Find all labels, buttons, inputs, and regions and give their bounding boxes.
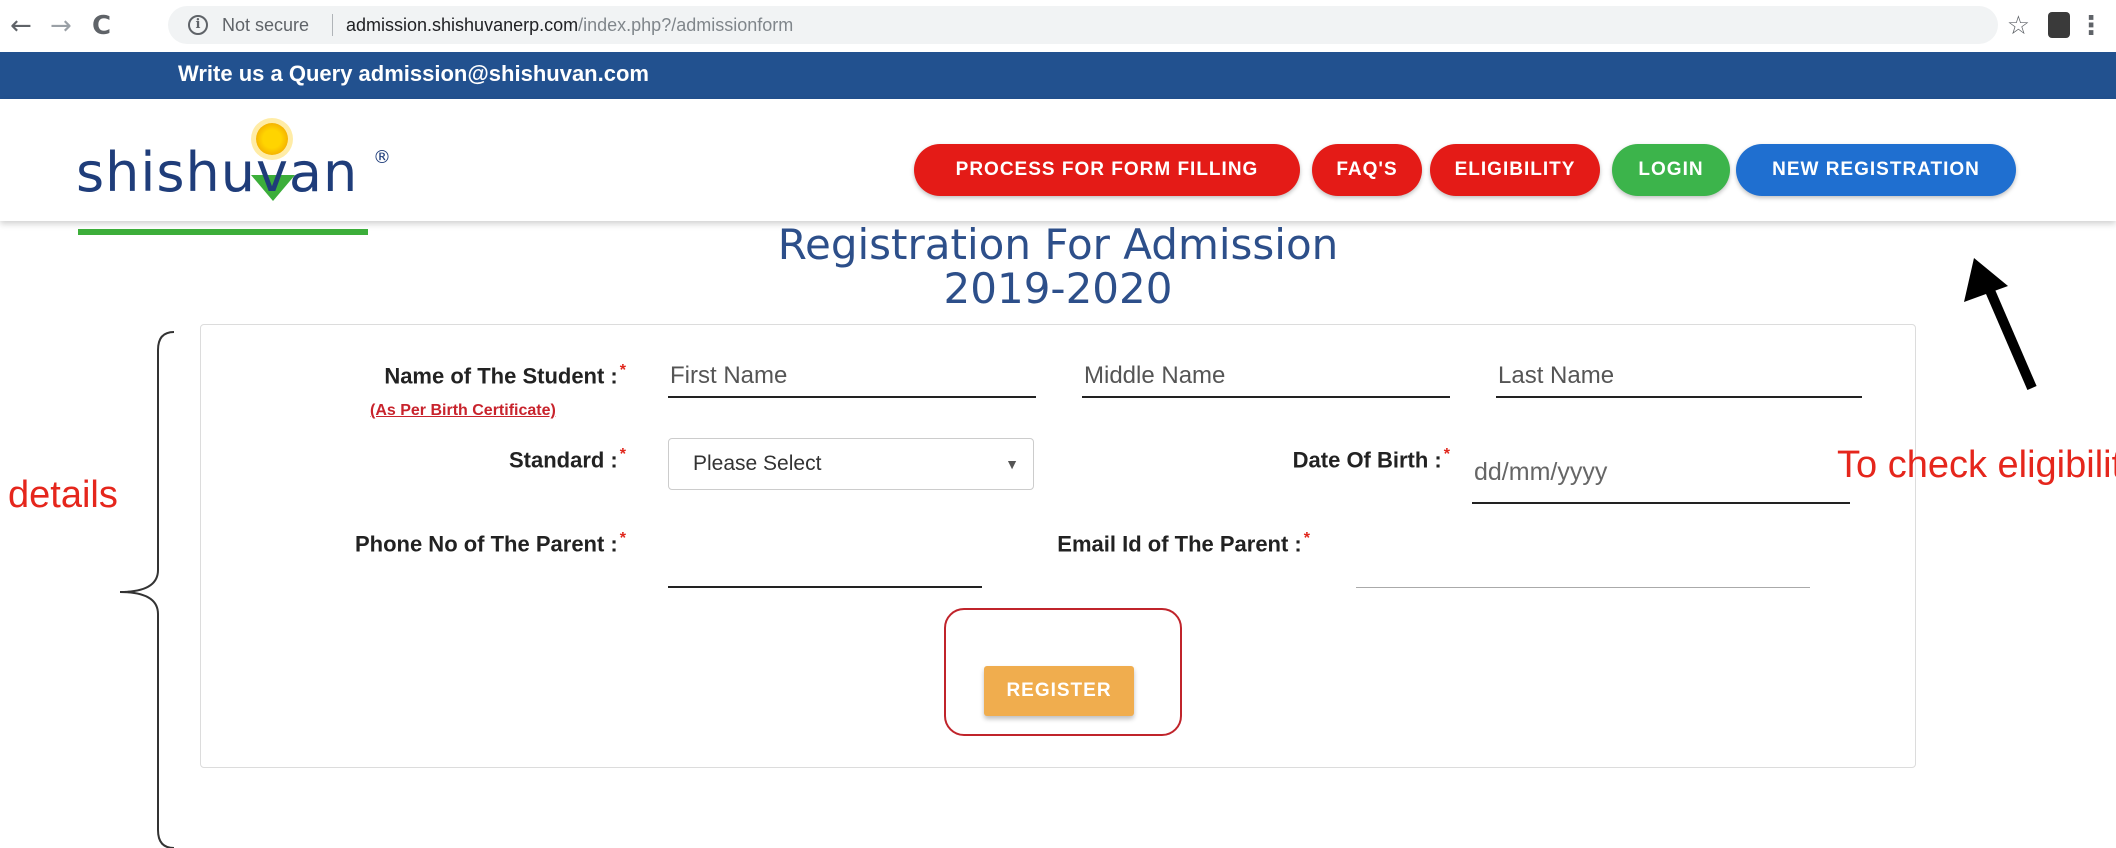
info-icon[interactable]: i xyxy=(188,15,208,35)
email-input[interactable] xyxy=(1356,548,1810,588)
back-icon[interactable]: ← xyxy=(10,8,32,44)
eligibility-button[interactable]: ELIGIBILITY xyxy=(1430,144,1600,196)
standard-select[interactable]: Please Select ▼ xyxy=(668,438,1034,490)
new-registration-button[interactable]: NEW REGISTRATION xyxy=(1736,144,2016,196)
url-text[interactable]: admission.shishuvanerp.com/index.php?/ad… xyxy=(346,15,793,36)
page-subtitle-year: 2019-2020 xyxy=(943,264,1173,313)
email-label: Email Id of The Parent : * xyxy=(990,530,1310,557)
middle-name-input[interactable]: Middle Name xyxy=(1082,358,1450,398)
phone-label-text: Phone No of The Parent : xyxy=(354,531,618,557)
phone-input[interactable] xyxy=(668,548,982,588)
url-host: admission.shishuvanerp.com xyxy=(346,15,579,35)
required-mark: * xyxy=(619,362,626,379)
dob-label: Date Of Birth : * xyxy=(1200,446,1450,473)
query-bar: Write us a Query admission@shishuvan.com xyxy=(0,52,2116,99)
email-label-text: Email Id of The Parent : xyxy=(1057,531,1302,557)
required-mark: * xyxy=(619,530,626,547)
site-header: shishuvan ® PROCESS FOR FORM FILLING FAQ… xyxy=(0,99,2116,235)
security-label[interactable]: Not secure xyxy=(222,15,309,36)
omnibox-divider xyxy=(332,14,333,36)
profile-avatar[interactable] xyxy=(2048,12,2070,38)
shishuvan-logo[interactable]: shishuvan ® xyxy=(76,119,396,235)
browser-toolbar: ← → C i Not secure admission.shishuvaner… xyxy=(0,0,2116,52)
reload-icon[interactable]: C xyxy=(92,8,111,44)
eligibility-annotation: To check eligibilit xyxy=(1837,444,2116,486)
first-name-input[interactable]: First Name xyxy=(668,358,1036,398)
required-mark: * xyxy=(1303,530,1310,547)
logo-text: shishuvan xyxy=(76,141,359,204)
url-path: /index.php?/admissionform xyxy=(578,15,794,35)
standard-select-value: Please Select xyxy=(693,452,822,475)
browser-menu-icon[interactable]: ⋮ xyxy=(2078,8,2104,44)
arrow-up-icon xyxy=(1964,258,2037,390)
student-name-label: Name of The Student : * xyxy=(290,362,626,389)
required-mark: * xyxy=(619,446,626,463)
standard-label: Standard : * xyxy=(400,446,626,473)
forward-icon[interactable]: → xyxy=(50,8,72,44)
query-email-text[interactable]: Write us a Query admission@shishuvan.com xyxy=(178,61,649,87)
login-button[interactable]: LOGIN xyxy=(1612,144,1730,196)
process-button[interactable]: PROCESS FOR FORM FILLING xyxy=(914,144,1300,196)
standard-label-text: Standard : xyxy=(508,447,618,473)
faqs-button[interactable]: FAQ'S xyxy=(1312,144,1422,196)
chevron-down-icon: ▼ xyxy=(1005,456,1019,472)
bookmark-star-icon[interactable]: ☆ xyxy=(2007,8,2030,44)
birth-certificate-hint: (As Per Birth Certificate) xyxy=(370,402,556,419)
registered-mark: ® xyxy=(373,147,391,168)
required-mark: * xyxy=(1443,446,1450,463)
student-name-label-text: Name of The Student : xyxy=(384,363,618,389)
phone-label: Phone No of The Parent : * xyxy=(260,530,626,557)
details-annotation: details xyxy=(8,474,118,516)
dob-input[interactable]: dd/mm/yyyy xyxy=(1472,452,1850,504)
register-button[interactable]: REGISTER xyxy=(984,666,1134,716)
page-title: Registration For Admission xyxy=(777,220,1339,269)
last-name-input[interactable]: Last Name xyxy=(1496,358,1862,398)
address-bar[interactable]: i Not secure admission.shishuvanerp.com/… xyxy=(168,6,1998,44)
details-brace xyxy=(119,331,175,848)
dob-label-text: Date Of Birth : xyxy=(1292,447,1442,473)
